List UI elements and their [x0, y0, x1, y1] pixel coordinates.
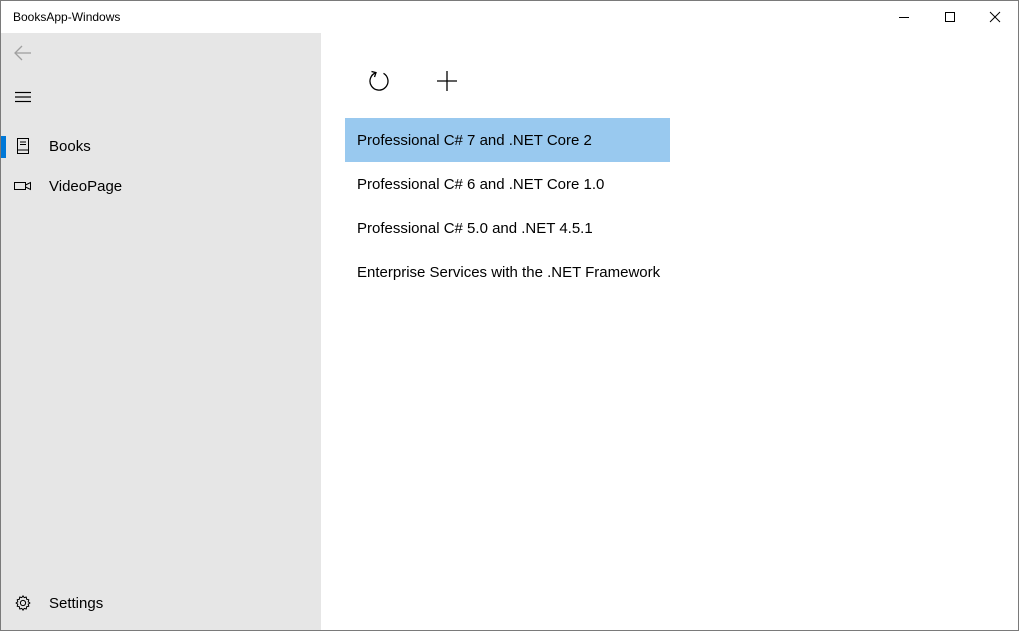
book-list[interactable]: Professional C# 7 and .NET Core 2 Profes… [345, 118, 670, 294]
nav-item-settings-label: Settings [49, 594, 104, 612]
navigation-pane: Books VideoPage Settings [1, 33, 321, 630]
minimize-button[interactable] [881, 1, 927, 33]
add-button[interactable] [427, 61, 467, 101]
minimize-icon [899, 17, 909, 18]
window-title: BooksApp-Windows [13, 10, 121, 24]
maximize-icon [945, 12, 955, 22]
nav-item-books[interactable]: Books [1, 126, 321, 166]
selection-indicator [1, 136, 6, 158]
nav-item-videopage[interactable]: VideoPage [1, 166, 321, 206]
nav-item-books-label: Books [49, 137, 91, 155]
title-bar[interactable]: BooksApp-Windows [1, 1, 1018, 33]
video-icon [1, 166, 45, 206]
hamburger-icon [15, 91, 31, 103]
book-list-item[interactable]: Professional C# 5.0 and .NET 4.5.1 [345, 206, 670, 250]
nav-item-settings[interactable]: Settings [1, 583, 321, 623]
close-button[interactable] [972, 1, 1018, 33]
book-list-item[interactable]: Professional C# 6 and .NET Core 1.0 [345, 162, 670, 206]
close-icon [989, 11, 1001, 23]
book-list-item[interactable]: Enterprise Services with the .NET Framew… [345, 250, 670, 294]
book-icon [1, 126, 45, 166]
back-button[interactable] [1, 33, 45, 73]
main-content: Professional C# 7 and .NET Core 2 Profes… [321, 33, 1018, 630]
maximize-button[interactable] [927, 1, 973, 33]
nav-item-videopage-label: VideoPage [49, 177, 123, 195]
refresh-icon [369, 70, 389, 91]
back-arrow-icon [14, 45, 31, 61]
app-window: BooksApp-Windows Books VideoPage Setting… [0, 0, 1019, 631]
add-icon [437, 71, 457, 91]
refresh-button[interactable] [359, 61, 399, 101]
hamburger-button[interactable] [1, 77, 45, 117]
book-list-item-selected[interactable]: Professional C# 7 and .NET Core 2 [345, 118, 670, 162]
gear-icon [1, 583, 45, 623]
